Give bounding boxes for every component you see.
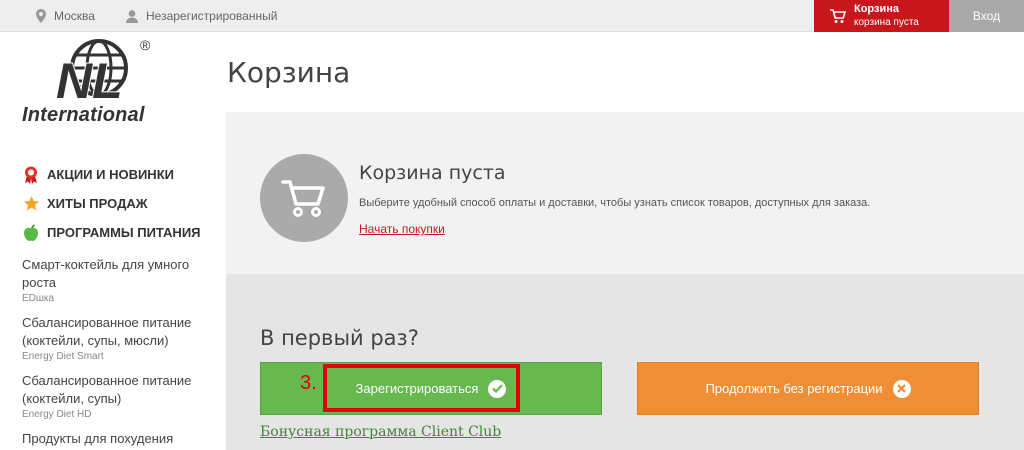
check-circle-icon (488, 379, 507, 398)
sidebar-item-label: АКЦИИ И НОВИНКИ (47, 167, 174, 182)
sidebar-menu: АКЦИИ И НОВИНКИ ХИТЫ ПРОДАЖ ПРОГРАММЫ ПИ… (22, 160, 212, 448)
registered-mark: ® (140, 37, 151, 53)
sidebar-item-hits[interactable]: ХИТЫ ПРОДАЖ (22, 189, 212, 218)
empty-cart-panel: Корзина пуста Выберите удобный способ оп… (226, 112, 1024, 274)
login-button[interactable]: Вход (949, 0, 1024, 32)
sidebar-item-promo[interactable]: АКЦИИ И НОВИНКИ (22, 160, 212, 189)
user-status[interactable]: Незарегистрированный (126, 0, 277, 32)
award-ribbon-icon (22, 166, 40, 184)
logo-wordmark: International (22, 104, 145, 126)
logo-globe-mark: NL ® (55, 37, 151, 106)
page-title: Корзина (227, 56, 351, 89)
top-bar: Москва Незарегистрированный Корзина корз… (0, 0, 1024, 32)
header-cart[interactable]: Корзина корзина пуста (814, 0, 949, 32)
header-cart-title: Корзина (854, 3, 899, 15)
sidebar-product-ed-smart[interactable]: Сбалансированное питание (коктейли, супы… (22, 314, 212, 363)
empty-cart-illustration (260, 154, 348, 242)
cart-icon (830, 8, 846, 23)
product-brand: Energy Diet HD (22, 409, 92, 420)
cart-icon (281, 180, 325, 217)
product-name: Сбалансированное питание (коктейли, супы… (22, 315, 192, 348)
sidebar-product-weight-loss[interactable]: Продукты для похудения (22, 430, 212, 448)
apple-icon (22, 224, 40, 242)
city-label: Москва (54, 9, 95, 23)
header-cart-status: корзина пуста (854, 17, 919, 28)
city-selector[interactable]: Москва (36, 0, 95, 32)
product-brand: EDшка (22, 293, 55, 304)
client-club-link[interactable]: Бонусная программа Client Club (260, 424, 501, 440)
sidebar-product-ed-hd[interactable]: Сбалансированное питание (коктейли, супы… (22, 372, 212, 421)
sidebar-item-label: ПРОГРАММЫ ПИТАНИЯ (47, 225, 201, 240)
close-circle-icon (892, 379, 911, 398)
sidebar-item-label: ХИТЫ ПРОДАЖ (47, 196, 148, 211)
nl-international-logo[interactable]: NL ® International (22, 36, 172, 128)
sidebar-product-edshka[interactable]: Смарт-коктейль для умного роста EDшка (22, 256, 212, 305)
continue-button-label: Продолжить без регистрации (705, 381, 883, 396)
empty-cart-description: Выберите удобный способ оплаты и доставк… (359, 197, 871, 209)
annotation-step-number: 3. (300, 372, 317, 394)
user-status-label: Незарегистрированный (146, 9, 278, 23)
star-icon (22, 195, 40, 213)
sidebar-item-nutrition[interactable]: ПРОГРАММЫ ПИТАНИЯ (22, 218, 212, 247)
user-icon (126, 9, 138, 23)
product-name: Сбалансированное питание (коктейли, супы… (22, 373, 192, 406)
first-time-title: В первый раз? (260, 326, 419, 350)
first-time-panel: В первый раз? Зарегистрироваться Продолж… (226, 274, 1024, 450)
start-shopping-link[interactable]: Начать покупки (359, 222, 445, 236)
empty-cart-title: Корзина пуста (359, 162, 506, 184)
location-pin-icon (36, 9, 46, 23)
product-brand: Energy Diet Smart (22, 351, 104, 362)
register-button-label: Зарегистрироваться (355, 381, 479, 396)
svg-text:NL: NL (56, 53, 123, 106)
product-name: Смарт-коктейль для умного роста (22, 257, 190, 290)
continue-without-registration-button[interactable]: Продолжить без регистрации (637, 362, 979, 415)
product-name: Продукты для похудения (22, 431, 174, 446)
